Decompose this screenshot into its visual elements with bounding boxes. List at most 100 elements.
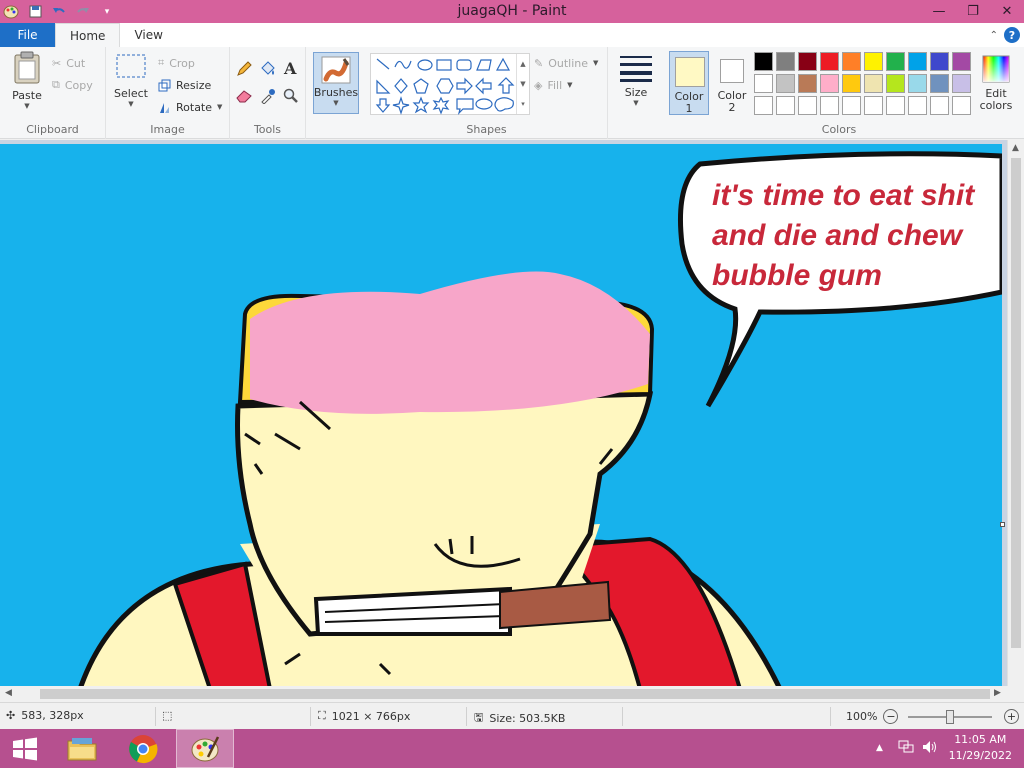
title-bar: ▾ juagaQH - Paint — ❐ ✕ (0, 0, 1024, 23)
color1-button[interactable]: Color 1 (669, 51, 709, 115)
shapes-gallery[interactable]: ▲ ▼ ▾ (370, 53, 530, 115)
scroll-right-icon[interactable]: ▶ (994, 688, 1001, 698)
palette-swatch[interactable] (864, 52, 883, 71)
palette-swatch[interactable] (776, 52, 795, 71)
outline-button[interactable]: ✎ Outline ▼ (534, 54, 598, 72)
palette-swatch[interactable] (952, 96, 971, 115)
cut-button[interactable]: ✂ Cut (52, 54, 85, 72)
color-picker-icon[interactable] (260, 88, 276, 104)
palette-swatch[interactable] (776, 74, 795, 93)
system-clock[interactable]: 11:05 AM 11/29/2022 (949, 732, 1012, 764)
text-tool-icon[interactable]: A (284, 59, 296, 78)
close-button[interactable]: ✕ (990, 0, 1024, 23)
palette-swatch[interactable] (886, 74, 905, 93)
palette-swatch[interactable] (820, 96, 839, 115)
canvas-size-icon: ⛶ (318, 709, 326, 722)
zoom-out-icon[interactable]: − (883, 709, 899, 724)
fill-dropdown-icon: ▼ (567, 81, 573, 89)
tray-overflow-icon[interactable]: ▲ (876, 743, 883, 753)
magnifier-icon[interactable] (283, 88, 299, 104)
restore-button[interactable]: ❐ (956, 0, 990, 23)
palette-swatch[interactable] (842, 52, 861, 71)
eraser-icon[interactable] (236, 89, 252, 103)
paste-button[interactable]: Paste ▼ (8, 51, 46, 110)
scroll-up-icon[interactable]: ▲ (1012, 143, 1019, 153)
image-dimensions: ⛶ 1021 × 766px (318, 709, 410, 723)
edit-colors-button[interactable]: Edit colors (976, 51, 1016, 115)
brushes-button[interactable]: Brushes ▼ (313, 52, 359, 114)
drawing-canvas[interactable]: it's time to eat shit and die and chew b… (0, 144, 1005, 686)
zoom-slider-thumb[interactable] (946, 710, 954, 724)
palette-swatch[interactable] (908, 52, 927, 71)
paint-app-icon[interactable] (2, 3, 20, 21)
window-title: juagaQH - Paint (457, 3, 567, 19)
help-icon[interactable]: ? (1004, 27, 1020, 43)
rotate-button[interactable]: Rotate ▼ (158, 98, 222, 116)
brushes-group: Brushes ▼ (306, 47, 366, 139)
rotate-dropdown-icon: ▼ (217, 103, 223, 111)
vertical-scroll-thumb[interactable] (1011, 158, 1021, 648)
scissors-icon: ✂ (52, 56, 62, 70)
vertical-scrollbar[interactable]: ▲ (1007, 140, 1024, 686)
horizontal-scroll-thumb[interactable] (40, 689, 990, 699)
palette-swatch[interactable] (776, 96, 795, 115)
size-button[interactable]: Size ▼ (616, 53, 656, 107)
scroll-left-icon[interactable]: ◀ (5, 688, 12, 698)
crop-button[interactable]: ⌗ Crop (158, 54, 195, 72)
taskbar-file-explorer[interactable] (53, 729, 111, 768)
zoom-in-icon[interactable]: + (1004, 709, 1019, 724)
tab-home[interactable]: Home (55, 23, 121, 47)
palette-swatch[interactable] (886, 52, 905, 71)
taskbar-paint[interactable] (176, 729, 234, 768)
palette-swatch[interactable] (886, 96, 905, 115)
palette-swatch[interactable] (754, 52, 773, 71)
horizontal-scrollbar[interactable]: ◀ ▶ (0, 686, 1024, 702)
fill-bucket-icon[interactable] (259, 61, 277, 77)
palette-swatch[interactable] (754, 74, 773, 93)
network-icon[interactable] (898, 740, 914, 757)
customize-toolbar-icon[interactable]: ▾ (98, 3, 116, 21)
palette-swatch[interactable] (798, 74, 817, 93)
zoom-level-text: 100% (846, 710, 878, 723)
palette-swatch[interactable] (798, 96, 817, 115)
canvas-resize-handle[interactable] (1000, 522, 1005, 527)
palette-swatch[interactable] (908, 74, 927, 93)
palette-swatch[interactable] (842, 96, 861, 115)
palette-swatch[interactable] (930, 52, 949, 71)
tools-group-label: Tools (253, 123, 282, 136)
palette-swatch[interactable] (798, 52, 817, 71)
palette-swatch[interactable] (820, 74, 839, 93)
redo-icon[interactable] (74, 3, 92, 21)
tab-view[interactable]: View (120, 23, 176, 47)
fill-button[interactable]: ◈ Fill ▼ (534, 76, 573, 94)
palette-swatch[interactable] (842, 74, 861, 93)
select-label: Select (114, 87, 148, 100)
palette-swatch[interactable] (930, 74, 949, 93)
palette-swatch[interactable] (930, 96, 949, 115)
save-icon[interactable] (26, 3, 44, 21)
undo-icon[interactable] (50, 3, 68, 21)
palette-swatch[interactable] (864, 74, 883, 93)
shapes-scroll[interactable]: ▲ ▼ ▾ (516, 54, 529, 114)
palette-swatch[interactable] (754, 96, 773, 115)
tab-file[interactable]: File (0, 23, 55, 47)
pencil-icon[interactable] (236, 61, 252, 77)
select-button[interactable]: Select ▼ (114, 53, 148, 108)
taskbar-chrome[interactable] (114, 729, 172, 768)
palette-swatch[interactable] (952, 52, 971, 71)
chrome-icon (128, 734, 158, 764)
start-button[interactable] (0, 729, 50, 768)
palette-swatch[interactable] (820, 52, 839, 71)
color2-button[interactable]: Color 2 (712, 51, 752, 115)
palette-swatch[interactable] (908, 96, 927, 115)
copy-button[interactable]: ⧉ Copy (52, 76, 93, 94)
collapse-ribbon-icon[interactable]: ⌃ (990, 30, 998, 41)
minimize-button[interactable]: — (922, 0, 956, 23)
resize-button[interactable]: Resize (158, 76, 211, 94)
palette-swatch[interactable] (952, 74, 971, 93)
taskbar: ▲ 11:05 AM 11/29/2022 (0, 729, 1024, 768)
volume-icon[interactable] (922, 740, 938, 757)
palette-swatch[interactable] (864, 96, 883, 115)
rainbow-palette-icon (982, 55, 1010, 83)
fill-icon: ◈ (534, 78, 543, 92)
